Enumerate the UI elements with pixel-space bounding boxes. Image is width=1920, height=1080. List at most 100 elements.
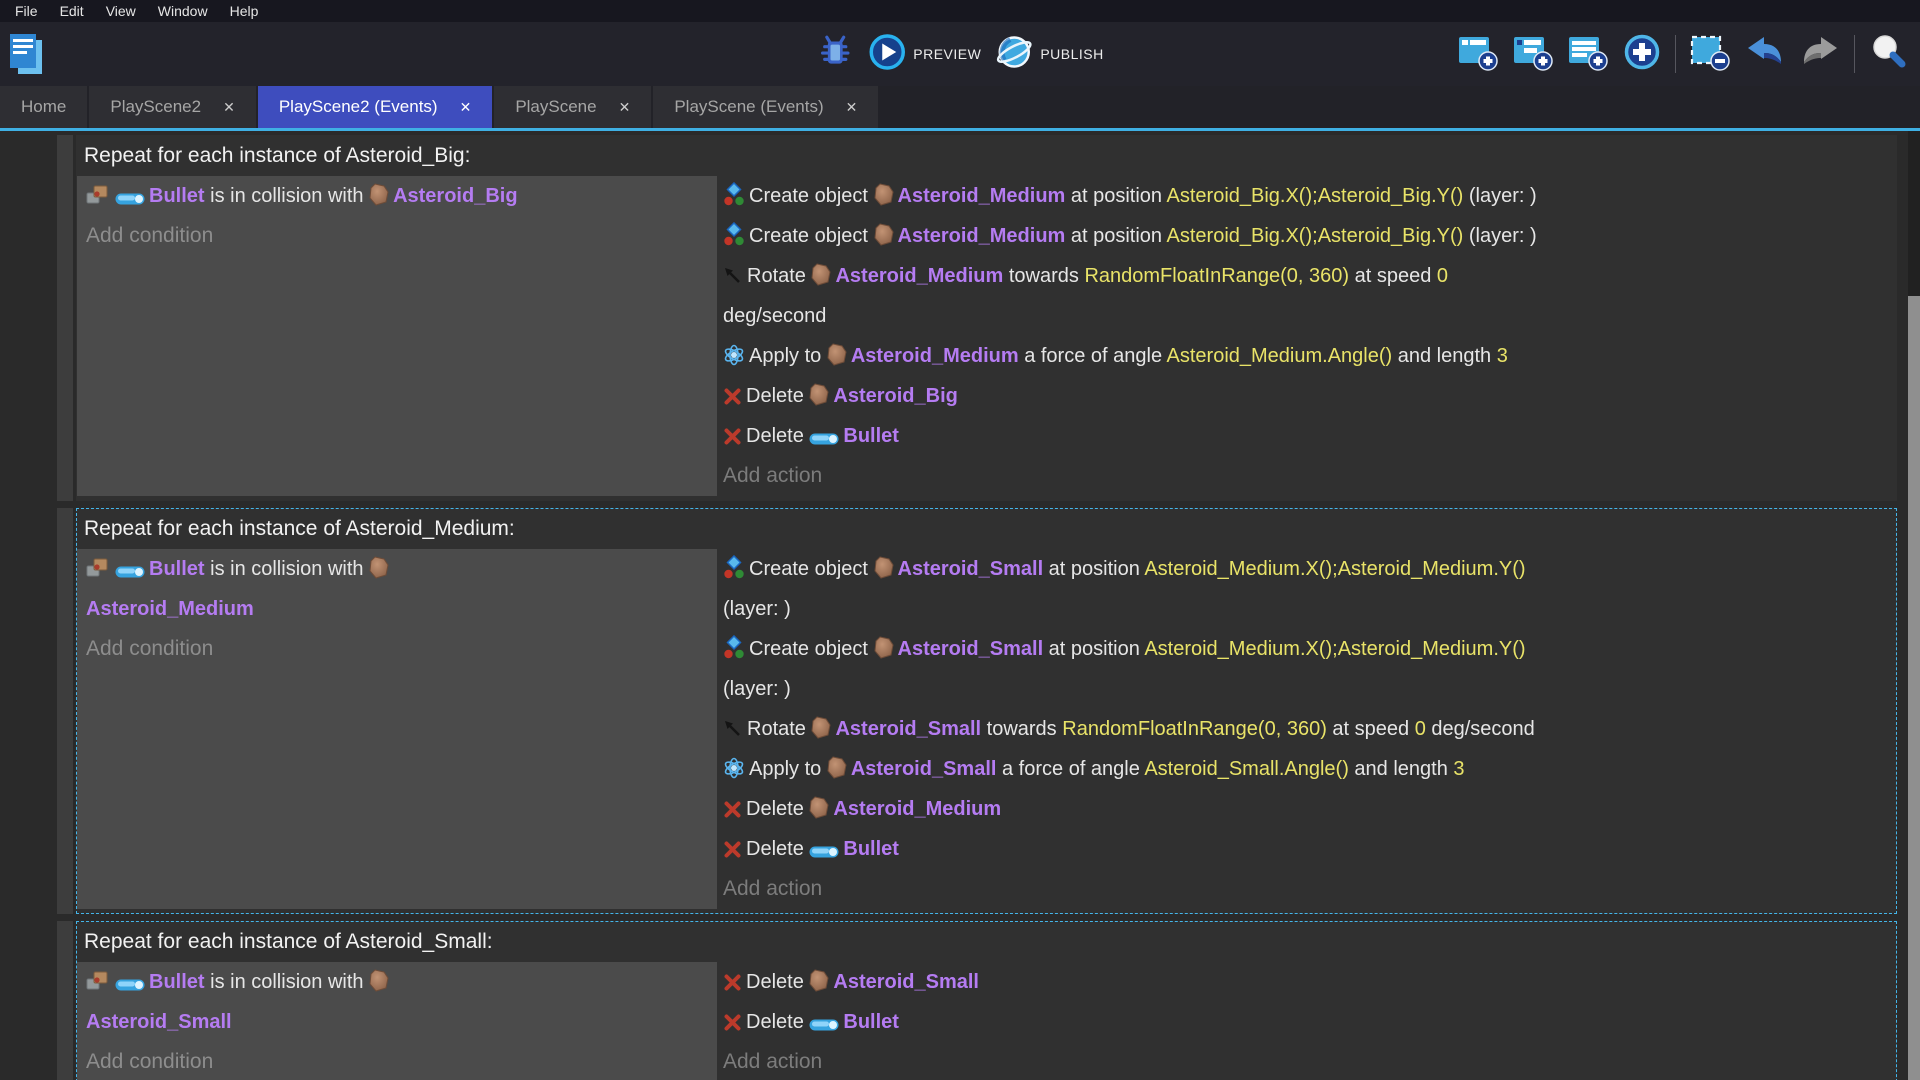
action-line[interactable]: Delete Asteroid_Small [723, 962, 1896, 1002]
add-event-button[interactable] [1457, 33, 1499, 76]
expression-text: Asteroid_Big.X();Asteroid_Big.Y() [1167, 185, 1464, 207]
event-drag-handle[interactable] [57, 135, 73, 501]
menu-help[interactable]: Help [219, 3, 270, 19]
sentence-text: a force of angle [996, 758, 1144, 780]
conditions-panel[interactable]: Bullet is in collision with Asteroid_Big… [77, 176, 717, 496]
expression-text: Asteroid_Big.X();Asteroid_Big.Y() [1167, 225, 1464, 247]
add-condition-link[interactable]: Add condition [86, 216, 717, 256]
tab-playscene2-events-[interactable]: PlayScene2 (Events) ✕ [258, 86, 492, 128]
events-sheet[interactable]: Repeat for each instance of Asteroid_Big… [0, 131, 1920, 1080]
add-action-link[interactable]: Add action [723, 869, 1896, 909]
actions-panel[interactable]: Create object Asteroid_Small at position… [717, 549, 1896, 909]
create-object-icon [723, 629, 745, 669]
debug-button[interactable] [816, 33, 854, 76]
event-block[interactable]: Repeat for each instance of Asteroid_Big… [76, 135, 1897, 501]
sentence-text: and length [1392, 345, 1497, 367]
add-comment-button[interactable] [1567, 33, 1609, 76]
event-header[interactable]: Repeat for each instance of Asteroid_Med… [77, 509, 1896, 549]
tab-close-icon[interactable]: ✕ [846, 99, 858, 116]
condition-line[interactable]: Bullet is in collision with Asteroid_Med… [86, 549, 717, 629]
tab-playscene[interactable]: PlayScene✕ [494, 86, 651, 128]
expression-text: Asteroid_Medium.X();Asteroid_Medium.Y() [1144, 638, 1525, 660]
expression-text: 3 [1453, 758, 1464, 780]
menu-view[interactable]: View [95, 3, 147, 19]
conditions-panel[interactable]: Bullet is in collision with Asteroid_Med… [77, 549, 717, 909]
tab-bar: HomePlayScene2✕PlayScene2 (Events)✕PlayS… [0, 86, 1920, 131]
action-line[interactable]: Delete Bullet [723, 829, 1896, 869]
action-line[interactable]: Create object Asteroid_Small at position… [723, 549, 1896, 629]
add-condition-link[interactable]: Add condition [86, 629, 717, 669]
undo-button[interactable] [1744, 34, 1786, 75]
toolbar: PREVIEW PUBLISH [0, 22, 1920, 86]
add-new-button[interactable] [1622, 32, 1662, 77]
object-name: Asteroid_Medium [851, 345, 1019, 367]
tab-playscene-events-[interactable]: PlayScene (Events)✕ [653, 86, 878, 128]
remove-selection-icon [1689, 33, 1731, 76]
condition-line[interactable]: Bullet is in collision with Asteroid_Big [86, 176, 717, 216]
search-button[interactable] [1868, 32, 1908, 77]
asteroid-icon [874, 629, 894, 669]
scrollbar[interactable] [1908, 131, 1920, 1080]
delete-event-button[interactable] [1689, 33, 1731, 76]
object-name: Asteroid_Big [833, 385, 957, 407]
action-line[interactable]: Create object Asteroid_Small at position… [723, 629, 1896, 709]
object-name: Asteroid_Medium [898, 185, 1066, 207]
event-drag-handle[interactable] [57, 921, 73, 1080]
event-row: Repeat for each instance of Asteroid_Med… [57, 508, 1897, 914]
undo-icon [1744, 34, 1786, 75]
planet-icon [995, 33, 1033, 76]
sentence-text: at position [1043, 558, 1144, 580]
redo-button[interactable] [1799, 34, 1841, 75]
toolbar-separator [1675, 35, 1676, 73]
publish-button[interactable]: PUBLISH [995, 33, 1103, 76]
sentence-text: at position [1065, 185, 1166, 207]
tab-home[interactable]: Home [0, 86, 87, 128]
action-line[interactable]: Rotate Asteroid_Medium towards RandomFlo… [723, 256, 1896, 336]
tab-close-icon[interactable]: ✕ [460, 99, 472, 116]
delete-icon [723, 962, 742, 1002]
event-block[interactable]: Repeat for each instance of Asteroid_Med… [76, 508, 1897, 914]
action-line[interactable]: Create object Asteroid_Medium at positio… [723, 216, 1896, 256]
action-line[interactable]: Create object Asteroid_Medium at positio… [723, 176, 1896, 216]
sentence-text: (layer: ) [723, 678, 791, 700]
app-logo-icon[interactable] [8, 32, 44, 76]
actions-panel[interactable]: Create object Asteroid_Medium at positio… [717, 176, 1896, 496]
add-subevent-button[interactable] [1512, 33, 1554, 76]
sentence-text: Delete [746, 838, 809, 860]
action-line[interactable]: Delete Bullet [723, 1002, 1896, 1042]
menu-file[interactable]: File [4, 3, 49, 19]
event-header[interactable]: Repeat for each instance of Asteroid_Sma… [77, 922, 1896, 962]
tab-close-icon[interactable]: ✕ [619, 99, 631, 116]
tab-playscene2[interactable]: PlayScene2✕ [89, 86, 255, 128]
action-line[interactable]: Rotate Asteroid_Small towards RandomFloa… [723, 709, 1896, 749]
sentence-text: deg/second [723, 305, 826, 327]
tab-close-icon[interactable]: ✕ [223, 99, 235, 116]
action-line[interactable]: Apply to Asteroid_Small a force of angle… [723, 749, 1896, 789]
menu-edit[interactable]: Edit [49, 3, 95, 19]
event-drag-handle[interactable] [57, 508, 73, 914]
add-action-link[interactable]: Add action [723, 1042, 1896, 1080]
action-line[interactable]: Delete Asteroid_Big [723, 376, 1896, 416]
event-row: Repeat for each instance of Asteroid_Big… [57, 135, 1897, 501]
asteroid-icon [809, 376, 829, 416]
condition-line[interactable]: Bullet is in collision with Asteroid_Sma… [86, 962, 717, 1042]
actions-panel[interactable]: Delete Asteroid_SmallDelete BulletAdd ac… [717, 962, 1896, 1080]
action-line[interactable]: Delete Bullet [723, 416, 1896, 456]
add-condition-link[interactable]: Add condition [86, 1042, 717, 1080]
sentence-text: (layer: ) [1463, 225, 1536, 247]
action-line[interactable]: Delete Asteroid_Medium [723, 789, 1896, 829]
tab-label: PlayScene2 (Events) [279, 97, 438, 117]
add-comment-icon [1567, 33, 1609, 76]
menu-window[interactable]: Window [147, 3, 219, 19]
event-header[interactable]: Repeat for each instance of Asteroid_Big… [77, 136, 1896, 176]
object-name: Bullet [149, 185, 205, 207]
add-action-link[interactable]: Add action [723, 456, 1896, 496]
expression-text: 0 [1437, 265, 1448, 287]
event-block[interactable]: Repeat for each instance of Asteroid_Sma… [76, 921, 1897, 1080]
preview-button[interactable]: PREVIEW [868, 33, 981, 76]
expression-text: Asteroid_Medium.X();Asteroid_Medium.Y() [1144, 558, 1525, 580]
action-line[interactable]: Apply to Asteroid_Medium a force of angl… [723, 336, 1896, 376]
conditions-panel[interactable]: Bullet is in collision with Asteroid_Sma… [77, 962, 717, 1080]
scrollbar-thumb[interactable] [1908, 296, 1920, 1080]
expression-text: RandomFloatInRange(0, 360) [1062, 718, 1327, 740]
